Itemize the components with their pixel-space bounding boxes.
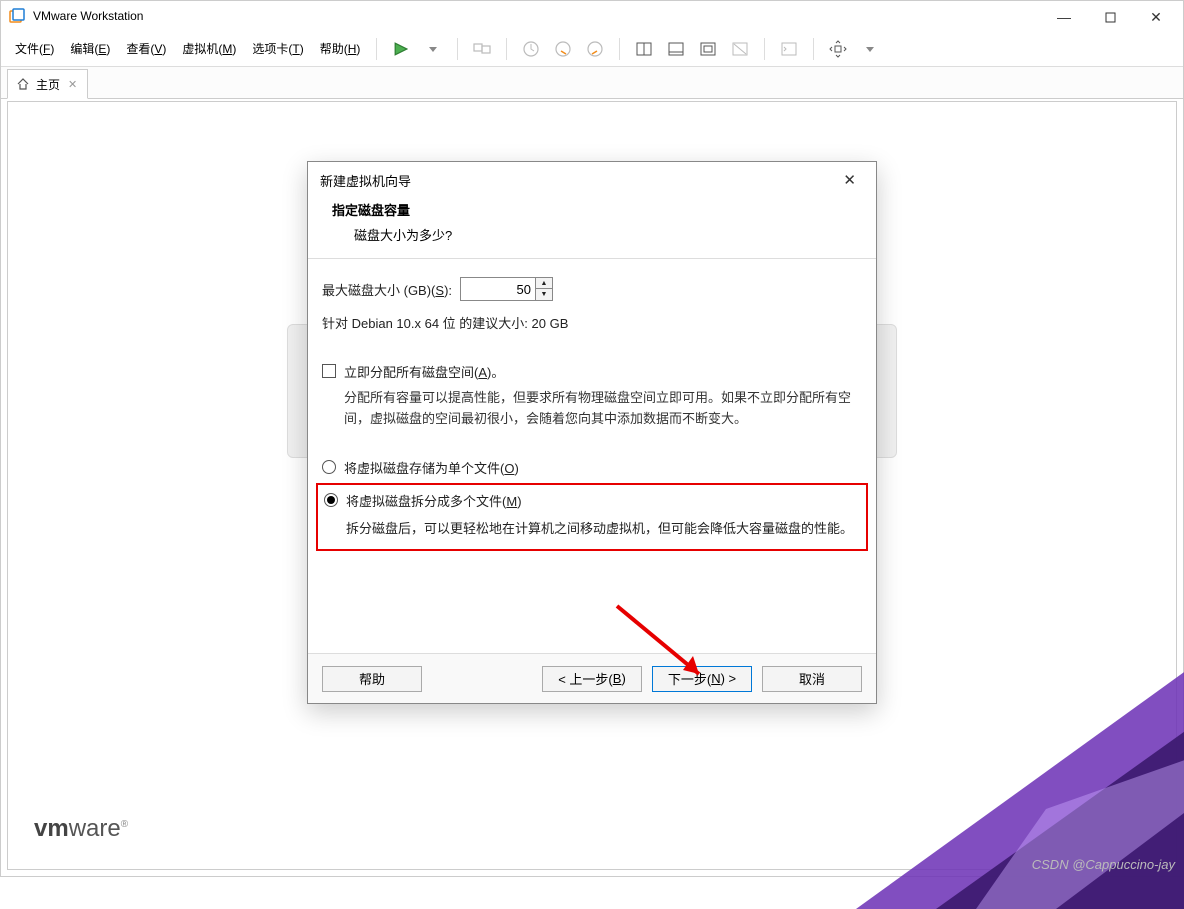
wizard-heading: 指定磁盘容量 — [332, 200, 852, 219]
wizard-header: 指定磁盘容量 磁盘大小为多少? — [308, 198, 876, 259]
disk-size-spinner[interactable]: ▲ ▼ — [460, 277, 553, 301]
minimize-button[interactable]: — — [1041, 3, 1087, 31]
watermark: CSDN @Cappuccino-jay — [1032, 857, 1175, 872]
wizard-title: 新建虚拟机向导 — [320, 171, 411, 190]
play-icon[interactable] — [387, 35, 415, 63]
split-file-label: 将虚拟磁盘拆分成多个文件(M) — [346, 491, 522, 510]
separator — [506, 38, 507, 60]
disk-size-label: 最大磁盘大小 (GB)(S): — [322, 280, 452, 299]
close-button[interactable]: ✕ — [1133, 3, 1179, 31]
separator — [619, 38, 620, 60]
single-file-radio-row[interactable]: 将虚拟磁盘存储为单个文件(O) — [322, 454, 862, 481]
spinner-down-icon[interactable]: ▼ — [536, 289, 552, 300]
wizard-footer: 帮助 < 上一步(B) 下一步(N) > 取消 — [308, 653, 876, 703]
fullscreen-icon[interactable] — [694, 35, 722, 63]
single-file-label: 将虚拟磁盘存储为单个文件(O) — [344, 458, 519, 477]
stretch-drop-icon[interactable] — [856, 35, 884, 63]
layout2-icon[interactable] — [662, 35, 690, 63]
next-button[interactable]: 下一步(N) > — [652, 666, 752, 692]
menubar: 文件(F) 编辑(E) 查看(V) 虚拟机(M) 选项卡(T) 帮助(H) — [1, 31, 1183, 67]
console-icon[interactable] — [775, 35, 803, 63]
wizard-body: 最大磁盘大小 (GB)(S): ▲ ▼ 针对 Debian 10.x 64 位 … — [308, 259, 876, 571]
back-button[interactable]: < 上一步(B) — [542, 666, 642, 692]
snap-back-icon[interactable] — [549, 35, 577, 63]
recommend-text: 针对 Debian 10.x 64 位 的建议大小: 20 GB — [322, 313, 862, 332]
disk-size-row: 最大磁盘大小 (GB)(S): ▲ ▼ — [322, 277, 862, 301]
wizard-titlebar: 新建虚拟机向导 ✕ — [308, 162, 876, 198]
app-icon — [9, 8, 25, 24]
maximize-button[interactable] — [1087, 3, 1133, 31]
vmware-logo: vmware® — [34, 815, 128, 843]
allocate-checkbox-row[interactable]: 立即分配所有磁盘空间(A)。 — [322, 362, 862, 381]
menu-vm[interactable]: 虚拟机(M) — [176, 36, 242, 61]
tab-home[interactable]: 主页 ✕ — [7, 69, 88, 99]
window-buttons: — ✕ — [1041, 3, 1179, 31]
screens-icon[interactable] — [468, 35, 496, 63]
play-dropdown-icon[interactable] — [419, 35, 447, 63]
menu-edit[interactable]: 编辑(E) — [64, 36, 116, 61]
menu-tabs[interactable]: 选项卡(T) — [246, 36, 309, 61]
layout1-icon[interactable] — [630, 35, 658, 63]
menu-view[interactable]: 查看(V) — [120, 36, 172, 61]
menu-file[interactable]: 文件(F) — [9, 36, 60, 61]
menu-help[interactable]: 帮助(H) — [314, 36, 367, 61]
unity-icon[interactable] — [726, 35, 754, 63]
split-file-radio-row[interactable]: 将虚拟磁盘拆分成多个文件(M) — [324, 487, 860, 514]
allocate-label: 立即分配所有磁盘空间(A)。 — [344, 362, 504, 381]
cancel-button[interactable]: 取消 — [762, 666, 862, 692]
stretch-icon[interactable] — [824, 35, 852, 63]
split-file-radio[interactable] — [324, 493, 338, 507]
highlighted-option: 将虚拟磁盘拆分成多个文件(M) 拆分磁盘后，可以更轻松地在计算机之间移动虚拟机，… — [316, 483, 868, 551]
home-icon — [16, 77, 30, 91]
split-file-description: 拆分磁盘后，可以更轻松地在计算机之间移动虚拟机，但可能会降低大容量磁盘的性能。 — [324, 514, 860, 543]
single-file-radio[interactable] — [322, 460, 336, 474]
titlebar: VMware Workstation — ✕ — [1, 1, 1183, 31]
separator — [457, 38, 458, 60]
app-title: VMware Workstation — [33, 9, 1175, 23]
separator — [813, 38, 814, 60]
help-button[interactable]: 帮助 — [322, 666, 422, 692]
allocate-description: 分配所有容量可以提高性能，但要求所有物理磁盘空间立即可用。如果不立即分配所有空间… — [322, 387, 862, 430]
separator — [764, 38, 765, 60]
wizard-question: 磁盘大小为多少? — [332, 225, 852, 244]
wizard-close-icon[interactable]: ✕ — [835, 167, 864, 193]
snapshot-icon[interactable] — [517, 35, 545, 63]
wizard-dialog: 新建虚拟机向导 ✕ 指定磁盘容量 磁盘大小为多少? 最大磁盘大小 (GB)(S)… — [307, 161, 877, 704]
disk-size-input[interactable] — [461, 278, 535, 300]
separator — [376, 38, 377, 60]
tab-close-icon[interactable]: ✕ — [68, 78, 77, 91]
snap-fwd-icon[interactable] — [581, 35, 609, 63]
tab-label: 主页 — [36, 76, 60, 93]
allocate-checkbox[interactable] — [322, 364, 336, 378]
tabbar: 主页 ✕ — [1, 67, 1183, 99]
spinner-up-icon[interactable]: ▲ — [536, 278, 552, 289]
